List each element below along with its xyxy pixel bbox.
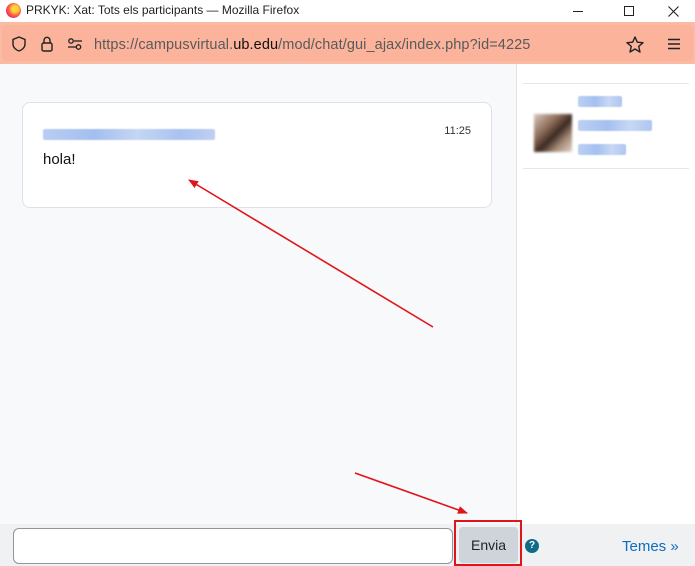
url-bar[interactable]: https://campusvirtual.ub.edu/mod/chat/gu…: [2, 25, 693, 61]
bookmark-star-icon[interactable]: [626, 35, 644, 53]
themes-link[interactable]: Temes »: [622, 538, 679, 555]
shield-icon[interactable]: [10, 35, 28, 53]
message-time: 11:25: [444, 125, 471, 137]
url-text[interactable]: https://campusvirtual.ub.edu/mod/chat/gu…: [94, 37, 530, 53]
user-name-redacted: [578, 96, 622, 107]
message-list: 11:25 hola!: [0, 64, 516, 524]
chat-window: 11:25 hola! Envia ? Temes »: [0, 64, 695, 566]
user-list-item[interactable]: [523, 83, 689, 169]
url-path: /mod/chat/gui_ajax/index.php?id=4225: [278, 37, 531, 53]
user-name-redacted: [578, 144, 626, 155]
user-avatar: [534, 114, 572, 152]
permissions-icon[interactable]: [66, 35, 84, 53]
browser-toolbar: https://campusvirtual.ub.edu/mod/chat/gu…: [0, 22, 695, 64]
url-prefix: https://campusvirtual.: [94, 37, 234, 53]
url-domain: ub.edu: [233, 37, 279, 53]
user-name-redacted: [578, 120, 652, 131]
message-text: hola!: [43, 151, 76, 168]
close-icon: [667, 5, 679, 17]
maximize-button[interactable]: [606, 0, 652, 22]
users-panel: [517, 64, 695, 524]
message-input[interactable]: [13, 528, 453, 564]
firefox-icon: [6, 3, 21, 18]
message-sender-redacted: [43, 129, 215, 140]
send-button[interactable]: Envia: [459, 527, 518, 563]
message-input-bar: Envia ? Temes »: [0, 520, 695, 566]
lock-icon[interactable]: [38, 35, 56, 53]
help-icon[interactable]: ?: [525, 539, 539, 553]
close-button[interactable]: [650, 0, 695, 22]
chat-message: 11:25 hola!: [22, 102, 492, 208]
minimize-button[interactable]: [555, 0, 601, 22]
window-titlebar: PRKYK: Xat: Tots els participants — Mozi…: [0, 0, 695, 22]
window-title: PRKYK: Xat: Tots els participants — Mozi…: [26, 3, 300, 17]
hamburger-menu-icon[interactable]: [665, 35, 683, 53]
minimize-icon: [573, 10, 583, 12]
maximize-icon: [624, 6, 634, 16]
